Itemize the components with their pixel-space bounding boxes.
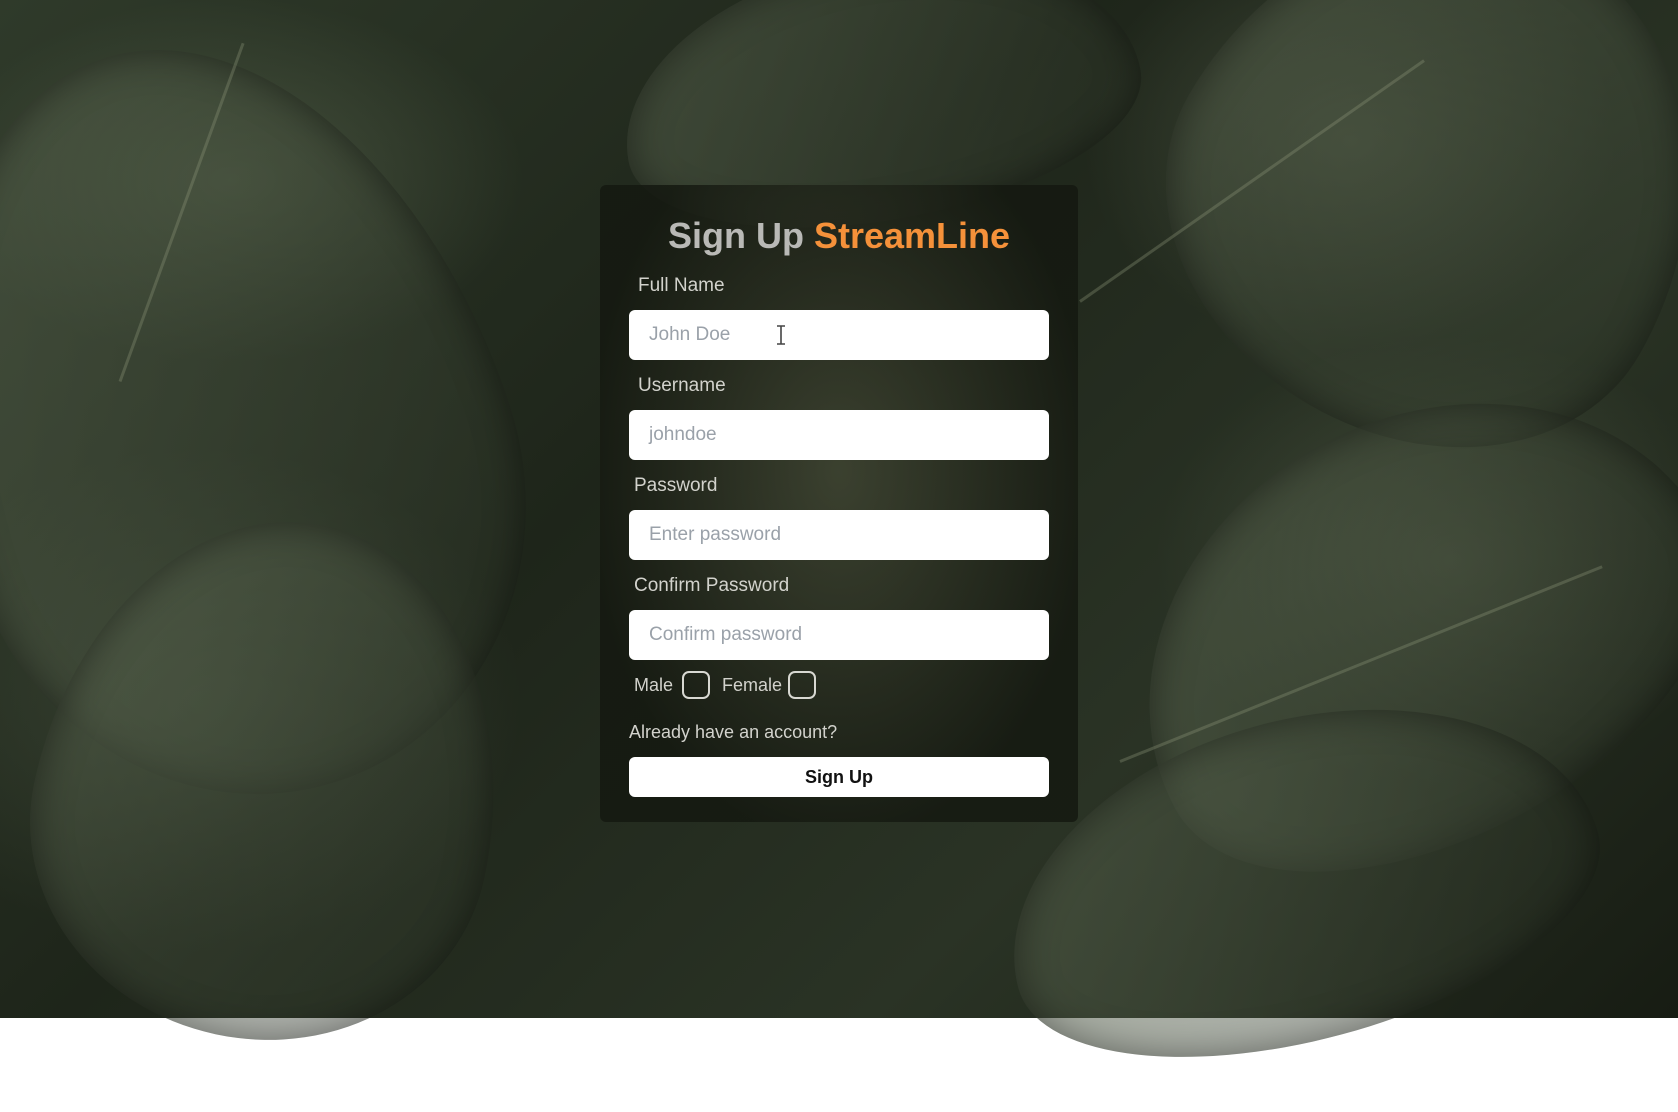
full-name-placeholder: John Doe [649, 324, 731, 345]
male-label: Male [634, 675, 674, 695]
confirm-password-input[interactable]: Confirm password [629, 610, 1049, 660]
signup-button[interactable]: Sign Up [629, 757, 1049, 797]
username-input[interactable]: johndoe [629, 410, 1049, 460]
title-signup-text: Sign Up [667, 215, 804, 256]
login-link[interactable]: Already have an account? [629, 722, 837, 743]
signup-button-label: Sign Up [805, 766, 873, 787]
full-name-label: Full Name [638, 275, 725, 296]
confirm-password-label: Confirm Password [634, 575, 790, 596]
password-placeholder: Enter password [649, 524, 782, 545]
female-label: Female [722, 675, 783, 695]
password-label: Password [634, 475, 718, 496]
text-cursor-icon [777, 325, 785, 345]
username-placeholder: johndoe [649, 424, 717, 445]
male-checkbox[interactable] [682, 671, 710, 699]
female-checkbox[interactable] [788, 671, 816, 699]
username-label: Username [638, 375, 726, 396]
password-input[interactable]: Enter password [629, 510, 1049, 560]
page-title: Sign Up StreamLine [0, 215, 1678, 257]
full-name-input[interactable]: John Doe [629, 310, 1049, 360]
title-brand-text: StreamLine [813, 215, 1011, 256]
confirm-password-placeholder: Confirm password [649, 624, 803, 645]
